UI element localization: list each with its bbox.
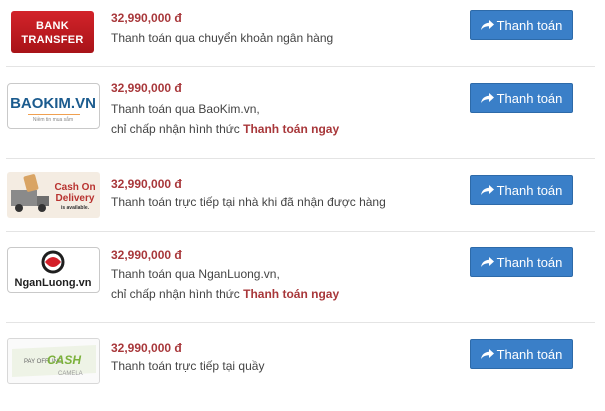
cod-logo-line3: is available. [61,205,90,211]
description: Thanh toán qua NganLuong.vn, chỉ chấp nh… [111,264,339,304]
price: 32,990,000 đ [111,177,182,191]
pay-offline-logo-line3: CAMELA [58,371,83,377]
description-line2: chỉ chấp nhận hình thức Thanh toán ngay [111,284,339,304]
pay-button-label: Thanh toán [496,346,563,362]
pay-offline-cash-logo: PAY OFFLINE CASH CAMELA [7,338,100,384]
share-arrow-icon [480,19,494,30]
description: Thanh toán qua chuyển khoản ngân hàng [111,31,334,45]
description-line1: Thanh toán qua BaoKim.vn, [111,102,260,116]
description: Thanh toán trực tiếp tại nhà khi đã nhận… [111,195,386,209]
cod-logo-line1: Cash On [54,182,95,193]
pay-button-pay-offline[interactable]: Thanh toán [470,339,573,369]
payment-option-baokim: BAOKIM.VN Niềm tin mua sắm 32,990,000 đ … [0,67,605,157]
pay-button-label: Thanh toán [496,17,563,33]
bank-transfer-logo: BANK TRANSFER [11,11,94,53]
pay-button-label: Thanh toán [496,90,563,106]
bank-transfer-logo-line2: TRANSFER [21,34,84,46]
cash-on-delivery-logo: Cash On Delivery is available. [7,172,100,218]
share-arrow-icon [480,184,494,195]
share-arrow-icon [480,348,494,359]
baokim-tagline: Niềm tin mua sắm [33,116,73,123]
description-line2-prefix: chỉ chấp nhận hình thức [111,122,240,136]
pay-button-label: Thanh toán [496,254,563,270]
pay-button-bank-transfer[interactable]: Thanh toán [470,10,573,40]
bank-transfer-logo-line1: BANK [36,20,69,32]
baokim-logo-text: BAOKIM.VN [10,95,96,112]
pay-button-label: Thanh toán [496,182,563,198]
baokim-logo: BAOKIM.VN Niềm tin mua sắm [7,83,100,129]
nganluong-logo: NganLuong.vn [7,247,100,293]
payment-option-nganluong: NganLuong.vn 32,990,000 đ Thanh toán qua… [0,232,605,322]
highlight-pay-now: Thanh toán ngay [243,122,340,136]
description: Thanh toán qua BaoKim.vn, chỉ chấp nhận … [111,99,339,139]
pay-button-baokim[interactable]: Thanh toán [470,83,573,113]
description-line2-prefix: chỉ chấp nhận hình thức [111,287,240,301]
share-arrow-icon [480,256,494,267]
description-line2: chỉ chấp nhận hình thức Thanh toán ngay [111,119,339,139]
price: 32,990,000 đ [111,248,182,262]
pay-button-nganluong[interactable]: Thanh toán [470,247,573,277]
description: Thanh toán trực tiếp tại quầy [111,359,265,373]
description-line1: Thanh toán qua NganLuong.vn, [111,267,280,281]
payment-method-list: BANK TRANSFER 32,990,000 đ Thanh toán qu… [0,0,605,411]
cod-logo-line2: Delivery [56,193,95,204]
price: 32,990,000 đ [111,11,182,25]
payment-option-cod: Cash On Delivery is available. 32,990,00… [0,159,605,231]
pay-button-cod[interactable]: Thanh toán [470,175,573,205]
highlight-pay-now: Thanh toán ngay [243,287,340,301]
nganluong-logo-text: NganLuong.vn [15,277,92,289]
share-arrow-icon [480,92,494,103]
payment-option-pay-offline: PAY OFFLINE CASH CAMELA 32,990,000 đ Tha… [0,323,605,411]
price: 32,990,000 đ [111,81,182,95]
price: 32,990,000 đ [111,341,182,355]
payment-option-bank-transfer: BANK TRANSFER 32,990,000 đ Thanh toán qu… [0,0,605,66]
pay-offline-logo-line2: CASH [47,353,81,367]
